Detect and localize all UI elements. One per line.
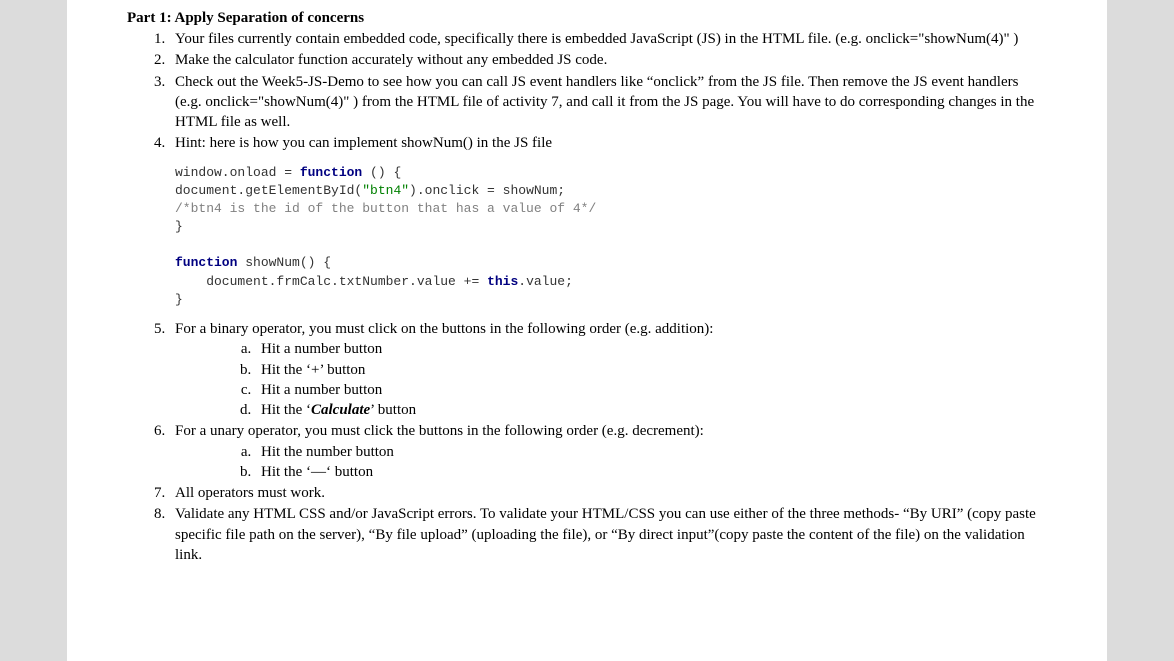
code-text: } xyxy=(175,219,183,234)
code-text: ).onclick = showNum; xyxy=(409,183,565,198)
list-item: Hint: here is how you can implement show… xyxy=(169,133,1047,309)
list-item: For a unary operator, you must click the… xyxy=(169,421,1047,482)
sub-list-item: Hit the ‘—‘ button xyxy=(255,462,1047,482)
sub-list-item: Hit a number button xyxy=(255,380,1047,400)
sub-list-item: Hit the number button xyxy=(255,442,1047,462)
code-text: document.getElementById( xyxy=(175,183,362,198)
code-string: "btn4" xyxy=(362,183,409,198)
sub-list-item: Hit the ‘+’ button xyxy=(255,360,1047,380)
code-text: } xyxy=(175,292,183,307)
item-text: Validate any HTML CSS and/or JavaScript … xyxy=(175,506,1036,563)
item-text: Hit the ‘+’ button xyxy=(261,362,365,378)
item-text: Hit the number button xyxy=(261,444,394,460)
code-text: window.onload = xyxy=(175,165,300,180)
item-text: All operators must work. xyxy=(175,485,325,501)
item-text: ’ button xyxy=(370,402,416,418)
item-text: Make the calculator function accurately … xyxy=(175,52,607,68)
item-text: Hit a number button xyxy=(261,382,382,398)
document-page: Part 1: Apply Separation of concerns You… xyxy=(67,0,1107,661)
item-text: For a binary operator, you must click on… xyxy=(175,321,713,337)
code-keyword: function xyxy=(175,255,237,270)
item-text: Hit a number button xyxy=(261,341,382,357)
list-item: All operators must work. xyxy=(169,483,1047,503)
code-comment: /*btn4 is the id of the button that has … xyxy=(175,201,596,216)
code-text: .value; xyxy=(518,274,573,289)
list-item: Your files currently contain embedded co… xyxy=(169,29,1047,49)
code-keyword: function xyxy=(300,165,362,180)
code-keyword: this xyxy=(487,274,518,289)
item-text: Your files currently contain embedded co… xyxy=(175,31,1018,47)
code-text: document.frmCalc.txtNumber.value += xyxy=(175,274,487,289)
code-block: window.onload = function () { document.g… xyxy=(175,164,1047,310)
code-text: showNum() { xyxy=(237,255,331,270)
list-item: For a binary operator, you must click on… xyxy=(169,319,1047,420)
list-item: Check out the Week5-JS-Demo to see how y… xyxy=(169,72,1047,133)
sub-list-item: Hit a number button xyxy=(255,339,1047,359)
item-text: Hit the ‘—‘ button xyxy=(261,464,373,480)
list-item: Make the calculator function accurately … xyxy=(169,50,1047,70)
list-item: Validate any HTML CSS and/or JavaScript … xyxy=(169,504,1047,565)
item-text: Check out the Week5-JS-Demo to see how y… xyxy=(175,74,1034,131)
item-text: For a unary operator, you must click the… xyxy=(175,423,704,439)
item-text-bold: Calculate xyxy=(311,402,370,418)
item-text: Hit the ‘ xyxy=(261,402,311,418)
sub-list-item: Hit the ‘Calculate’ button xyxy=(255,400,1047,420)
code-text: () { xyxy=(362,165,401,180)
part-title: Part 1: Apply Separation of concerns xyxy=(127,10,1047,27)
instruction-list: Your files currently contain embedded co… xyxy=(127,29,1047,565)
sub-list: Hit the number button Hit the ‘—‘ button xyxy=(175,442,1047,483)
sub-list: Hit a number button Hit the ‘+’ button H… xyxy=(175,339,1047,420)
item-text: Hint: here is how you can implement show… xyxy=(175,135,552,151)
